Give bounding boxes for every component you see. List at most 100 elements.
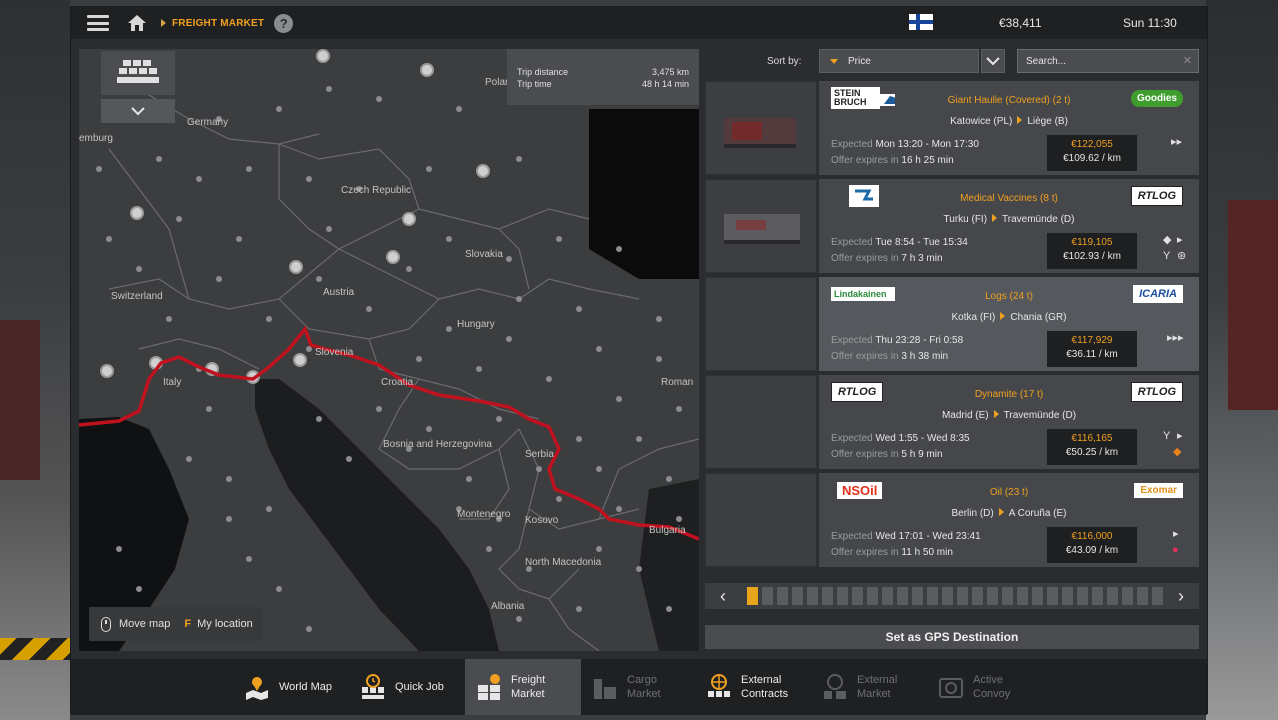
job-offer-card[interactable]: STEIN BRUCH Giant Haulie (Covered) (2 t)… <box>819 81 1199 175</box>
client-name: Exomar <box>1134 482 1183 498</box>
client-logo: Exomar <box>1117 479 1183 501</box>
job-price: €117,929 <box>1071 335 1113 346</box>
page-indicator[interactable] <box>1077 587 1088 605</box>
client-logo: Goodies <box>1117 87 1183 109</box>
temperature-icon: ⊛ <box>1177 250 1187 262</box>
sort-dropdown-toggle[interactable] <box>981 49 1005 73</box>
nav-freight-market[interactable]: Freight Market <box>465 659 581 715</box>
chevron-down-icon <box>986 57 1000 66</box>
external-market-icon <box>824 674 846 699</box>
page-indicator[interactable] <box>1107 587 1118 605</box>
nav-external-contracts-label: External Contracts <box>741 674 789 700</box>
job-price: €122,055 <box>1071 139 1113 150</box>
move-map-hint: Move map <box>119 618 171 630</box>
job-offer-row-selected[interactable]: Lindakainen Logs (24 t) ICARIA Kotka (FI… <box>705 277 1199 371</box>
truck-layer-button[interactable] <box>101 51 175 95</box>
page-indicator[interactable] <box>777 587 788 605</box>
job-attribute-icons: ▸ ● <box>1163 527 1189 563</box>
page-indicator[interactable] <box>957 587 968 605</box>
nav-cargo-market[interactable]: Cargo Market <box>591 659 701 715</box>
expected-delivery: Expected Tue 8:54 - Tue 15:34 <box>831 237 968 248</box>
trailer-image <box>724 118 796 148</box>
menu-icon[interactable] <box>87 15 109 31</box>
offer-expiry: Offer expires in 7 h 3 min <box>831 253 943 264</box>
chevron-right-icon: ▸ <box>1177 234 1183 246</box>
hazard-diamond-icon: ◆ <box>1163 234 1172 246</box>
page-indicator[interactable] <box>942 587 953 605</box>
page-indicator[interactable] <box>897 587 908 605</box>
nav-active-convoy[interactable]: Active Convoy <box>937 659 1047 715</box>
client-logo: ICARIA <box>1117 283 1183 305</box>
route-origin: Katowice (PL) <box>950 116 1013 127</box>
sort-direction-icon <box>830 58 838 64</box>
help-icon[interactable]: ? <box>274 13 294 33</box>
page-indicator[interactable] <box>912 587 923 605</box>
page-indicator[interactable] <box>1002 587 1013 605</box>
nav-world-map[interactable]: World Map <box>243 659 353 715</box>
job-offer-card[interactable]: Lindakainen Logs (24 t) ICARIA Kotka (FI… <box>819 277 1199 371</box>
nav-external-market[interactable]: External Market <box>821 659 931 715</box>
nav-external-contracts[interactable]: External Contracts <box>705 659 819 715</box>
trailer-thumbnail <box>705 277 817 371</box>
page-indicator[interactable] <box>867 587 878 605</box>
route-destination: Travemünde (D) <box>1003 410 1077 421</box>
job-pager: ‹ › <box>705 583 1199 609</box>
page-indicator[interactable] <box>1017 587 1028 605</box>
page-indicator[interactable] <box>987 587 998 605</box>
page-indicator[interactable] <box>972 587 983 605</box>
page-indicator[interactable] <box>1032 587 1043 605</box>
sort-dropdown[interactable]: Price <box>819 49 979 73</box>
page-indicator[interactable] <box>807 587 818 605</box>
page-indicator[interactable] <box>852 587 863 605</box>
breadcrumb[interactable]: FREIGHT MARKET <box>172 18 264 29</box>
map-label-kosovo: Kosovo <box>525 515 559 526</box>
background-hazard-stripe <box>0 638 70 660</box>
route-destination: A Coruña (E) <box>1008 508 1067 519</box>
expand-map-button[interactable] <box>101 99 175 123</box>
map-label-czech-republic: Czech Republic <box>341 185 412 196</box>
page-indicator[interactable] <box>837 587 848 605</box>
job-attribute-icons: ▸▸▸ <box>1163 331 1189 367</box>
trailer-thumbnail <box>705 81 817 175</box>
route-map[interactable]: Germany emburg Polan Czech Republic Slov… <box>79 49 699 651</box>
job-offer-card[interactable]: RTLOG Dynamite (17 t) RTLOG Madrid (E) Tr… <box>819 375 1199 469</box>
page-indicator[interactable] <box>1047 587 1058 605</box>
page-indicator[interactable] <box>1092 587 1103 605</box>
job-price-box: €119,105 €102.93 / km <box>1047 233 1137 269</box>
nav-quick-job[interactable]: Quick Job <box>359 659 465 715</box>
job-offer-card[interactable]: Medical Vaccines (8 t) RTLOG Turku (FI) T… <box>819 179 1199 273</box>
job-offer-row[interactable]: Medical Vaccines (8 t) RTLOG Turku (FI) T… <box>705 179 1199 273</box>
page-indicator[interactable] <box>1062 587 1073 605</box>
job-offer-row[interactable]: RTLOG Dynamite (17 t) RTLOG Madrid (E) Tr… <box>705 375 1199 469</box>
search-input[interactable]: Search... ✕ <box>1017 49 1199 73</box>
page-indicator[interactable] <box>822 587 833 605</box>
page-indicator[interactable] <box>762 587 773 605</box>
page-indicator[interactable] <box>747 587 758 605</box>
page-indicator[interactable] <box>1122 587 1133 605</box>
home-icon[interactable] <box>127 14 147 32</box>
set-gps-destination-button[interactable]: Set as GPS Destination <box>705 625 1199 649</box>
map-label-albania: Albania <box>491 601 525 612</box>
route-origin: Kotka (FI) <box>951 312 996 323</box>
next-page-button[interactable]: › <box>1163 583 1199 609</box>
page-indicator[interactable] <box>792 587 803 605</box>
job-offer-row[interactable]: STEIN BRUCH Giant Haulie (Covered) (2 t)… <box>705 81 1199 175</box>
job-offer-card[interactable]: NSOil Oil (23 t) Exomar Berlin (D) A Coru… <box>819 473 1199 567</box>
expected-delivery: Expected Wed 17:01 - Wed 23:41 <box>831 531 981 542</box>
trip-distance-value: 3,475 km <box>651 67 689 77</box>
clear-search-icon[interactable]: ✕ <box>1183 54 1192 67</box>
page-indicator[interactable] <box>882 587 893 605</box>
previous-page-button[interactable]: ‹ <box>705 583 741 609</box>
map-label-slovenia: Slovenia <box>315 347 354 358</box>
map-label-serbia: Serbia <box>525 449 554 460</box>
my-location-hint[interactable]: My location <box>197 618 253 630</box>
page-indicator[interactable] <box>1137 587 1148 605</box>
bank-balance: €38,411 <box>999 16 1042 30</box>
trip-time-value: 48 h 14 min <box>641 79 689 89</box>
route-destination: Chania (GR) <box>1010 312 1067 323</box>
page-indicator[interactable] <box>927 587 938 605</box>
triple-chevron-icon: ▸▸▸ <box>1167 332 1184 344</box>
job-offer-row[interactable]: NSOil Oil (23 t) Exomar Berlin (D) A Coru… <box>705 473 1199 567</box>
page-indicator[interactable] <box>1152 587 1163 605</box>
key-hint-f: F <box>184 618 192 630</box>
